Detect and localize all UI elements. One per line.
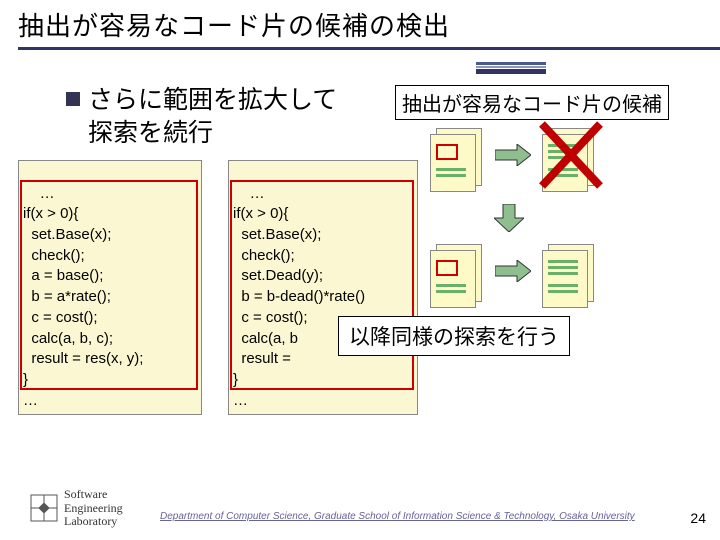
slide-title: 抽出が容易なコード片の候補の検出: [18, 6, 702, 43]
title-bar: 抽出が容易なコード片の候補の検出: [0, 0, 720, 58]
logo-icon: [30, 494, 58, 522]
candidate-label: 抽出が容易なコード片の候補: [395, 85, 669, 120]
code-panel-left: … if(x > 0){ set.Base(x); check(); a = b…: [18, 160, 202, 415]
doc-highlight-icon: [436, 260, 458, 276]
doc-icon-src2: [428, 238, 486, 308]
arrow-down-icon: [494, 204, 524, 232]
bullet-item: さらに範囲を拡大して 探索を続行: [66, 84, 337, 149]
bullet-text: さらに範囲を拡大して 探索を続行: [88, 84, 337, 149]
code-text-right: … if(x > 0){ set.Base(x); check(); set.D…: [233, 185, 365, 409]
title-underline: [18, 47, 720, 50]
bullet-icon: [66, 92, 80, 106]
slide: 抽出が容易なコード片の候補の検出 さらに範囲を拡大して 探索を続行 抽出が容易な…: [0, 0, 720, 540]
footer-logo: Software Engineering Laboratory: [30, 488, 123, 528]
doc-highlight-icon: [436, 144, 458, 160]
code-text-left: … if(x > 0){ set.Base(x); check(); a = b…: [23, 185, 143, 409]
accent-bars: [476, 62, 546, 74]
doc-icon-src1: [428, 122, 486, 192]
page-number: 24: [690, 510, 706, 526]
doc-icon-dst2: [540, 238, 598, 308]
continue-label: 以降同様の探索を行う: [338, 316, 570, 356]
logo-text: Software Engineering Laboratory: [64, 488, 123, 528]
arrow-right-icon: [495, 260, 531, 282]
code-panel-right: … if(x > 0){ set.Base(x); check(); set.D…: [228, 160, 418, 415]
footer-department: Department of Computer Science, Graduate…: [160, 511, 670, 522]
cross-icon: [536, 116, 606, 194]
arrow-right-icon: [495, 144, 531, 166]
